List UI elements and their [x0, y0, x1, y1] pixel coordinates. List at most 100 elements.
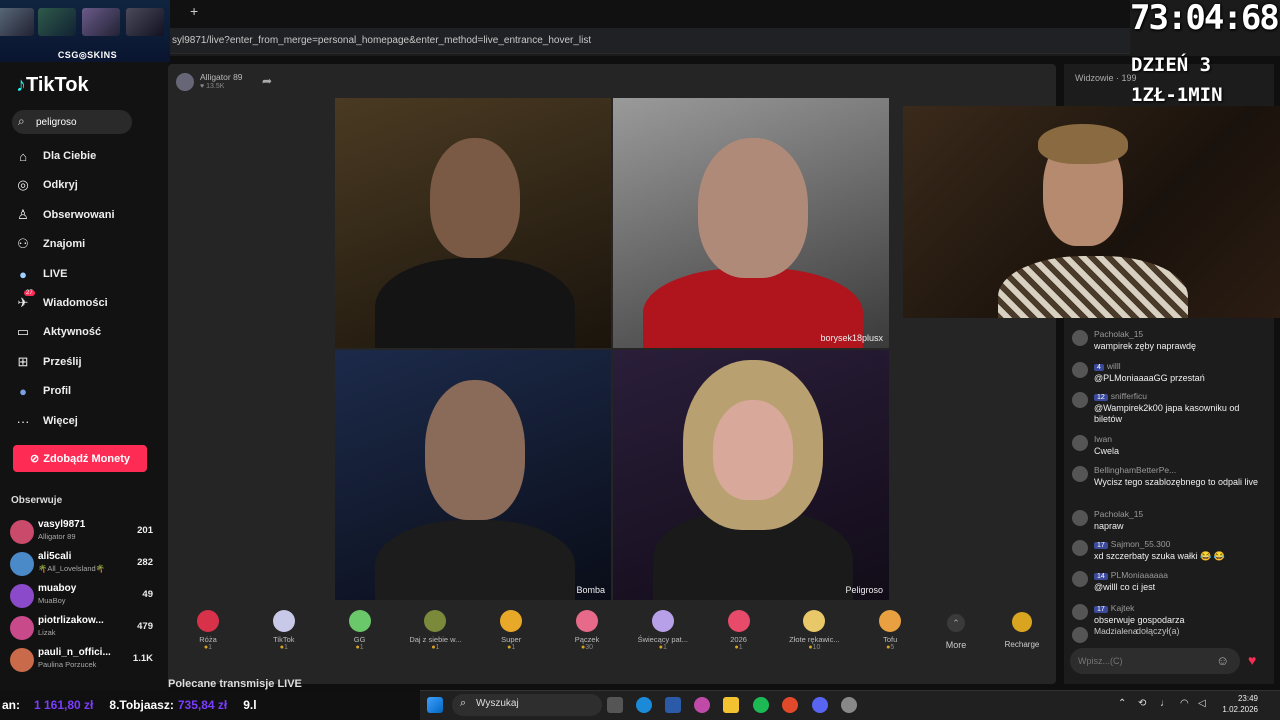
chat-username[interactable]: 12 snifferficu: [1094, 391, 1147, 401]
wifi-icon[interactable]: ◠: [1180, 698, 1189, 709]
avatar[interactable]: [1072, 604, 1088, 620]
ticker-entry: 9.l: [243, 698, 257, 712]
following-item[interactable]: pauli_n_offici... Paulina Porzucek 1.1K: [8, 645, 153, 675]
avatar[interactable]: [1072, 510, 1088, 526]
skin-image: [82, 8, 120, 36]
taskbar-search[interactable]: [452, 694, 602, 716]
chat-username[interactable]: Iwan: [1094, 434, 1112, 444]
url-text[interactable]: syl9871/live?enter_from_merge=personal_h…: [172, 35, 591, 46]
share-icon[interactable]: ➦: [262, 74, 272, 88]
host-avatar[interactable]: [176, 73, 194, 91]
gift-item[interactable]: Daj z siebie w... ●1: [405, 604, 465, 662]
gift-item[interactable]: Super ●1: [481, 604, 541, 662]
new-tab-button[interactable]: +: [190, 3, 198, 19]
viewers-label[interactable]: Widzowie · 199: [1075, 73, 1137, 83]
chat-username[interactable]: 14 PLMoniaaaaaa: [1094, 570, 1168, 580]
chat-username[interactable]: Madzialena: [1094, 626, 1137, 636]
heart-icon[interactable]: ♥: [1248, 652, 1256, 668]
gift-item[interactable]: Świecący pat... ●1: [633, 604, 693, 662]
avatar[interactable]: [1072, 392, 1088, 408]
recharge-button[interactable]: Recharge: [996, 612, 1048, 649]
edge-icon[interactable]: [636, 697, 652, 713]
sidebar-item-więcej[interactable]: ··· Więcej: [12, 408, 162, 434]
gift-item[interactable]: Tofu ●5: [860, 604, 920, 662]
sidebar-item-znajomi[interactable]: ⚇ Znajomi: [12, 231, 162, 257]
volume-icon[interactable]: ◁: [1198, 698, 1206, 709]
chevron-up-icon[interactable]: ⌃: [1118, 698, 1126, 709]
avatar[interactable]: [1072, 571, 1088, 587]
windows-start-icon[interactable]: [427, 697, 443, 713]
sidebar-item-dla-ciebie[interactable]: ⌂ Dla Ciebie: [12, 143, 162, 169]
chat-username[interactable]: Pacholak_15: [1094, 509, 1143, 519]
sidebar-item-label: LIVE: [43, 268, 68, 280]
gift-item[interactable]: 2026 ●1: [709, 604, 769, 662]
chat-input[interactable]: [1070, 648, 1240, 674]
store-icon[interactable]: [665, 697, 681, 713]
following-item[interactable]: ali5cali 🌴All_Lovelsland🌴 282: [8, 549, 153, 579]
tiktok-logo[interactable]: ♪TikTok: [16, 74, 89, 97]
following-name: vasyl9871: [38, 519, 86, 530]
taskbar-search-label: Wyszukaj: [476, 698, 519, 709]
upload-icon: ⊞: [17, 354, 29, 369]
following-name: pauli_n_offici...: [38, 647, 111, 658]
sidebar-item-odkryj[interactable]: ◎ Odkryj: [12, 172, 162, 198]
emoji-icon[interactable]: ☺: [1216, 653, 1229, 668]
chat-username[interactable]: BellinghamBetterPe...: [1094, 465, 1176, 475]
mic-icon[interactable]: ♩: [1160, 698, 1170, 709]
sidebar-item-wiadomości[interactable]: ✈ Wiadomości 27: [12, 290, 162, 316]
sidebar-item-aktywność[interactable]: ▭ Aktywność: [12, 319, 162, 345]
gift-item[interactable]: TikTok ●1: [254, 604, 314, 662]
app-icon[interactable]: [841, 697, 857, 713]
gift-item[interactable]: Złote rękawic... ●10: [784, 604, 844, 662]
chat-username[interactable]: 4 willl: [1094, 361, 1121, 371]
message-icon: ✈: [17, 295, 29, 310]
chat-username[interactable]: 17 Sajmon_55.300: [1094, 539, 1170, 549]
following-subtitle: 🌴All_Lovelsland🌴: [38, 564, 106, 573]
video-tile-4[interactable]: Peligroso: [613, 350, 889, 600]
gift-price: ●5: [886, 644, 895, 651]
following-item[interactable]: vasyl9871 Alligator 89 201: [8, 517, 153, 547]
sidebar-item-live[interactable]: ● LIVE: [12, 261, 162, 287]
spotify-icon[interactable]: [753, 697, 769, 713]
gift-price: ●1: [203, 644, 213, 651]
avatar: [10, 584, 34, 608]
search-input[interactable]: [36, 113, 126, 131]
gift-item[interactable]: Róża ●1: [178, 604, 238, 662]
sidebar-item-label: Wiadomości: [43, 297, 108, 309]
home-icon: ⌂: [19, 148, 27, 164]
avatar[interactable]: [1072, 466, 1088, 482]
host-name[interactable]: Alligator 89: [200, 72, 243, 82]
task-view-icon[interactable]: [607, 697, 623, 713]
folder-icon[interactable]: [723, 697, 739, 713]
avatar[interactable]: [1072, 362, 1088, 378]
sidebar-item-obserwowani[interactable]: ♙ Obserwowani: [12, 202, 162, 228]
following-item[interactable]: piotrlizakow... Lizak 479: [8, 613, 153, 643]
coin-icon: [1012, 612, 1032, 632]
avatar[interactable]: [1072, 540, 1088, 556]
video-tile-3[interactable]: Bomba: [335, 350, 611, 600]
gift-name: Złote rękawic...: [789, 635, 840, 644]
sidebar-item-prześlij[interactable]: ⊞ Prześlij: [12, 349, 162, 375]
gift-item[interactable]: GG ●1: [330, 604, 390, 662]
copilot-icon[interactable]: [694, 697, 710, 713]
avatar[interactable]: [1072, 330, 1088, 346]
more-gifts-button[interactable]: ⌃ More: [936, 614, 976, 650]
chat-username[interactable]: 17 Kajtek: [1094, 603, 1134, 613]
search-icon: ⌕: [18, 114, 25, 128]
sidebar-item-profil[interactable]: ● Profil: [12, 378, 162, 404]
chrome-icon[interactable]: [782, 697, 798, 713]
avatar[interactable]: [1072, 435, 1088, 451]
host-likes: ♥ 13.5K: [200, 83, 225, 90]
network-icon[interactable]: ⟲: [1138, 698, 1146, 709]
avatar[interactable]: [1072, 627, 1088, 643]
video-tile-1[interactable]: [335, 98, 611, 348]
taskbar-clock[interactable]: 23:49 1.02.2026: [1222, 693, 1258, 715]
get-coins-button[interactable]: ⊘ Zdobądź Monety: [13, 445, 147, 472]
following-item[interactable]: muaboy MuaBoy 49: [8, 581, 153, 611]
gift-item[interactable]: Pączek ●30: [557, 604, 617, 662]
video-tile-2[interactable]: borysek18plusx: [613, 98, 889, 348]
discord-icon[interactable]: [812, 697, 828, 713]
chat-username[interactable]: Pacholak_15: [1094, 329, 1143, 339]
sidebar-item-label: Odkryj: [43, 179, 78, 191]
chat-text: obserwuje gospodarza: [1094, 615, 1185, 625]
